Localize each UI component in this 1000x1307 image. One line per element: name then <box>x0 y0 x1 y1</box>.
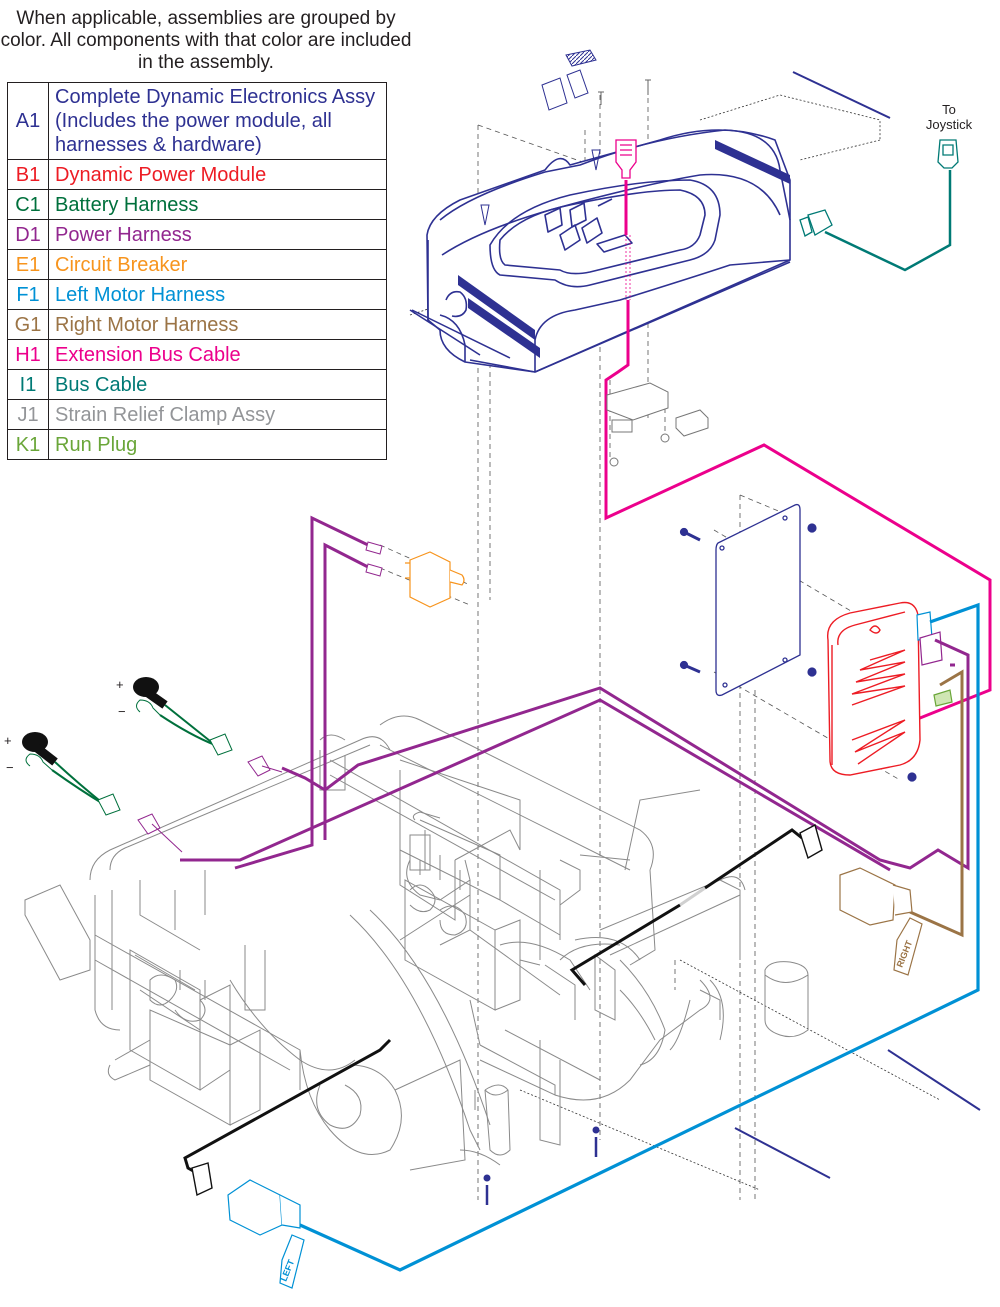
joystick-connector <box>937 139 959 169</box>
wiring-exploded-diagram: + − + − RIGHT LEFT <box>4 49 992 1289</box>
power-harness-connectors <box>137 541 383 853</box>
left-motor-connector <box>227 1179 305 1289</box>
battery-negative-label-upper: − <box>118 704 126 719</box>
battery-positive-label-upper: + <box>116 677 124 692</box>
right-motor-connector <box>839 867 923 976</box>
right-motor-brake-cable <box>569 828 803 986</box>
right-motor-gearbox <box>404 855 591 1011</box>
brake-connectors <box>191 823 823 1197</box>
base-frame <box>24 715 809 1171</box>
electronics-enclosure <box>409 129 791 373</box>
cable-gap-highlight <box>679 886 706 907</box>
battery-positive-label-lower: + <box>4 733 12 748</box>
mounting-plate <box>715 503 801 697</box>
battery-negative-label-lower: − <box>6 760 14 775</box>
battery-harness-upper <box>133 677 233 756</box>
dynamic-power-module <box>826 601 921 776</box>
module-connectors <box>916 611 953 707</box>
battery-harness-lower <box>22 732 121 816</box>
left-motor-gearbox <box>149 970 261 1126</box>
strain-relief-clamp <box>606 382 709 467</box>
bus-cable <box>824 170 952 272</box>
